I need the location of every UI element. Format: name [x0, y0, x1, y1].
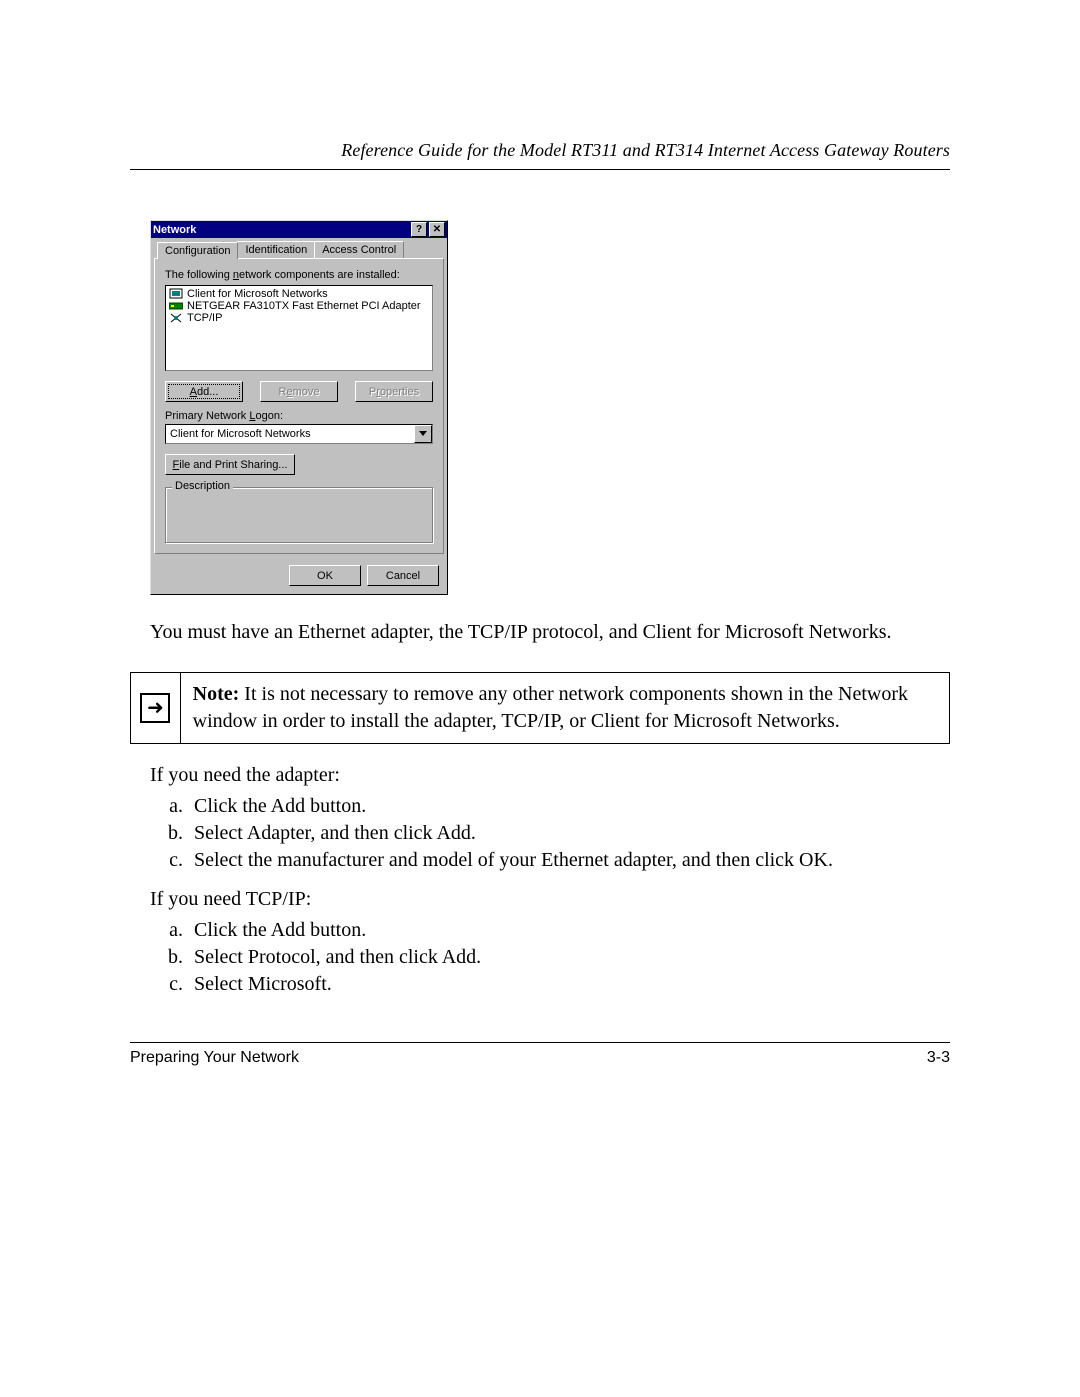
note-icon-cell: ➜	[131, 673, 181, 743]
tcpip-heading: If you need TCP/IP:	[150, 888, 950, 911]
adapter-heading: If you need the adapter:	[150, 764, 950, 787]
file-print-sharing-button[interactable]: File and Print Sharing...	[165, 454, 295, 475]
list-item: Select Adapter, and then click Add.	[188, 820, 950, 847]
list-item: Select Microsoft.	[188, 971, 950, 998]
components-listbox[interactable]: Client for Microsoft Networks NETGEAR FA…	[165, 285, 433, 371]
add-button[interactable]: Add...	[165, 381, 243, 402]
footer-section: Preparing Your Network	[130, 1049, 299, 1067]
note-box: ➜ Note: It is not necessary to remove an…	[130, 672, 950, 744]
chevron-down-icon[interactable]	[414, 425, 432, 443]
protocol-icon	[169, 312, 183, 324]
logon-select[interactable]: Client for Microsoft Networks	[165, 424, 433, 444]
dialog-title: Network	[153, 224, 196, 236]
tab-pane: The following network components are ins…	[154, 258, 444, 554]
header-rule	[130, 169, 950, 170]
logon-value: Client for Microsoft Networks	[166, 428, 414, 440]
list-item[interactable]: NETGEAR FA310TX Fast Ethernet PCI Adapte…	[168, 300, 430, 312]
logon-label: Primary Network Logon:	[165, 410, 433, 422]
cancel-button[interactable]: Cancel	[367, 565, 439, 586]
list-item: Click the Add button.	[188, 917, 950, 944]
arrow-right-icon: ➜	[140, 693, 170, 723]
components-label: The following network components are ins…	[165, 269, 433, 281]
list-item: Click the Add button.	[188, 793, 950, 820]
tab-row: Configuration Identification Access Cont…	[151, 238, 447, 258]
properties-button: Properties	[355, 381, 433, 402]
list-item-label: Client for Microsoft Networks	[187, 288, 328, 300]
tab-access-control[interactable]: Access Control	[314, 241, 404, 258]
note-text: Note: It is not necessary to remove any …	[181, 673, 949, 743]
list-item: Select the manufacturer and model of you…	[188, 847, 950, 874]
tab-configuration[interactable]: Configuration	[157, 242, 238, 259]
ok-button[interactable]: OK	[289, 565, 361, 586]
dialog-titlebar: Network ? ✕	[151, 221, 447, 238]
list-item[interactable]: TCP/IP	[168, 312, 430, 324]
network-dialog: Network ? ✕ Configuration Identification…	[150, 220, 448, 595]
note-body: It is not necessary to remove any other …	[193, 683, 908, 732]
list-item-label: TCP/IP	[187, 312, 222, 324]
list-item[interactable]: Client for Microsoft Networks	[168, 288, 430, 300]
description-legend: Description	[172, 480, 233, 492]
running-head: Reference Guide for the Model RT311 and …	[130, 140, 950, 161]
list-item: Select Protocol, and then click Add.	[188, 944, 950, 971]
remove-button: Remove	[260, 381, 338, 402]
tab-identification[interactable]: Identification	[237, 241, 315, 258]
adapter-icon	[169, 300, 183, 312]
footer-page: 3-3	[927, 1049, 950, 1067]
description-group: Description	[165, 487, 433, 543]
tcpip-steps: Click the Add button. Select Protocol, a…	[160, 917, 950, 998]
paragraph: You must have an Ethernet adapter, the T…	[150, 619, 950, 646]
adapter-steps: Click the Add button. Select Adapter, an…	[160, 793, 950, 874]
help-icon[interactable]: ?	[411, 222, 427, 237]
list-item-label: NETGEAR FA310TX Fast Ethernet PCI Adapte…	[187, 300, 421, 312]
client-icon	[169, 288, 183, 300]
note-label: Note:	[193, 683, 240, 705]
close-icon[interactable]: ✕	[429, 222, 445, 237]
